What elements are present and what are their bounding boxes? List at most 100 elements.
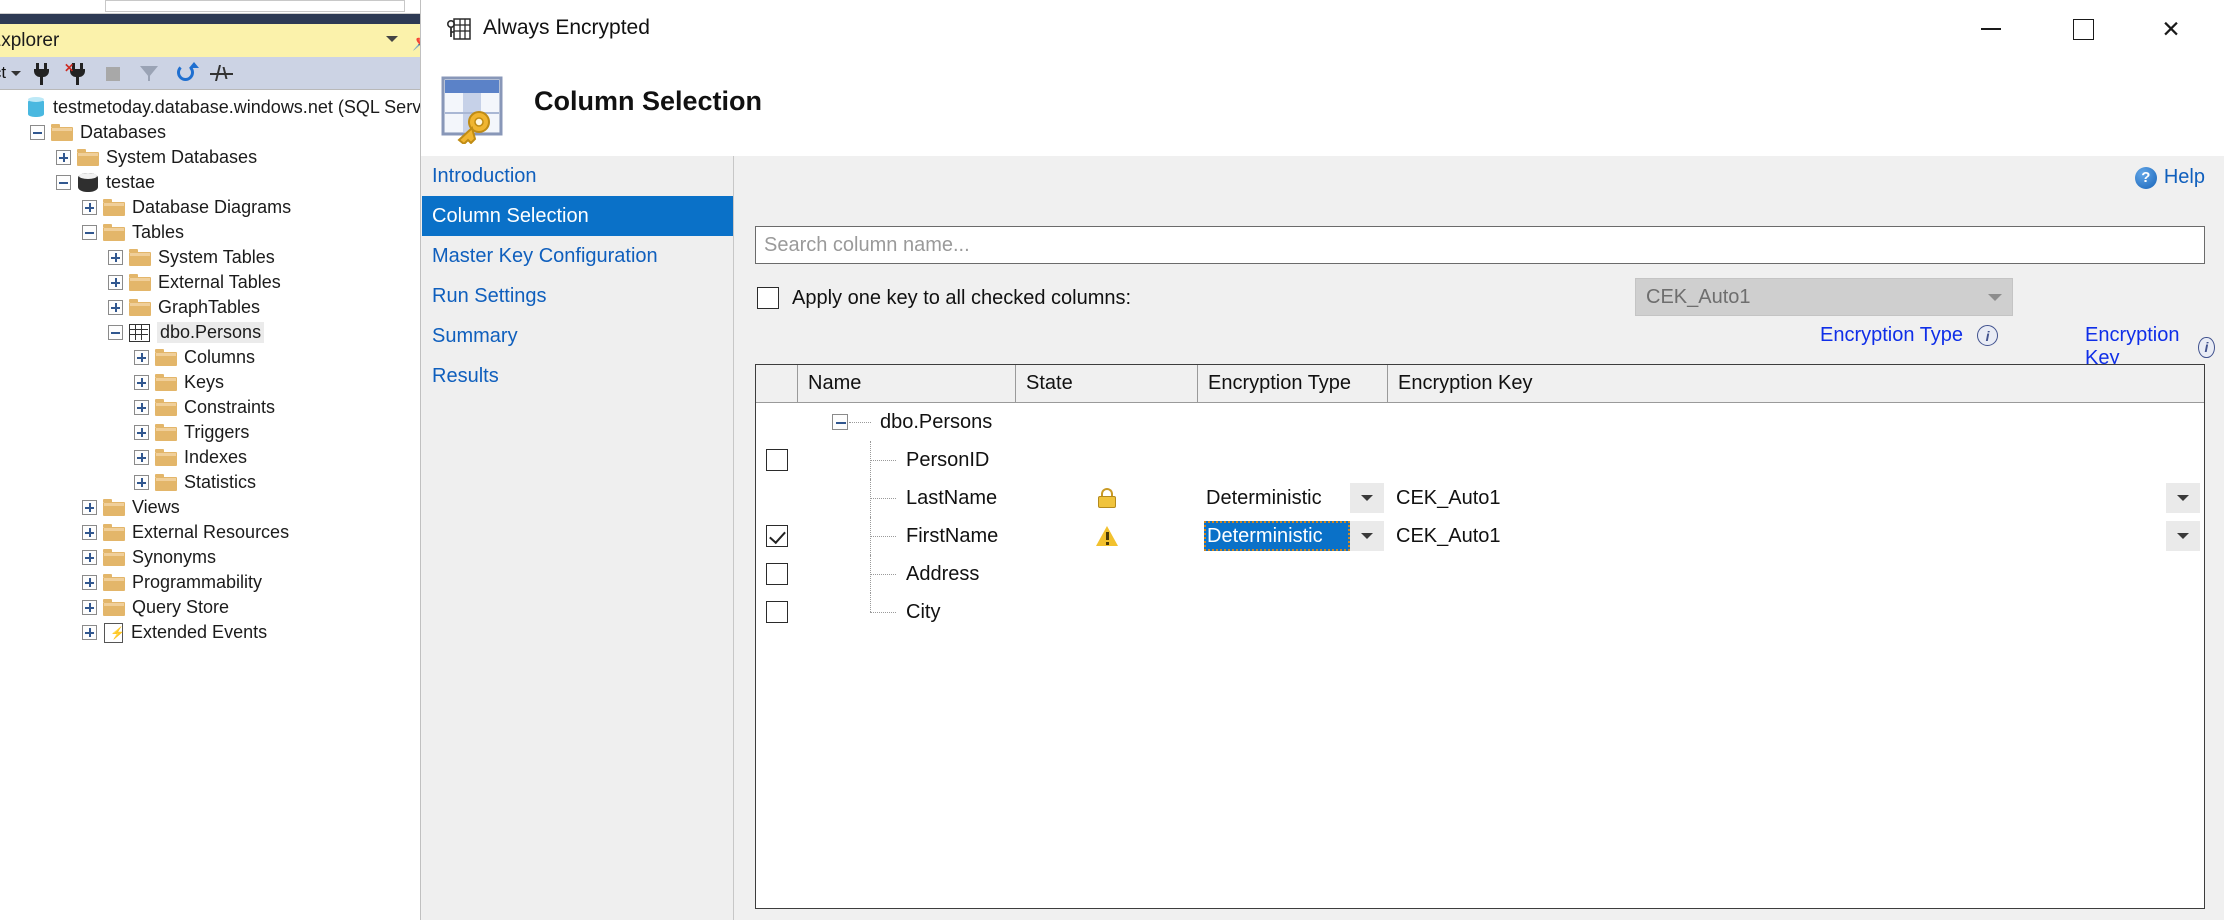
row-checkbox[interactable] [766, 601, 788, 623]
row-encryption-key-cell[interactable] [1388, 555, 2204, 593]
tree-item-label: Statistics [184, 472, 257, 492]
grid-col-encryption-key[interactable]: Encryption Key [1388, 365, 2204, 402]
table-key-icon [433, 70, 511, 146]
nav-item-column-selection[interactable]: Column Selection [422, 196, 733, 236]
row-encryption-key-cell[interactable]: CEK_Auto1 [1388, 479, 2204, 517]
connect-dropdown-icon[interactable] [11, 70, 22, 76]
row-checkbox[interactable] [766, 563, 788, 585]
help-link[interactable]: ? Help [2134, 166, 2205, 189]
expand-icon[interactable] [82, 525, 97, 540]
collapse-icon[interactable] [82, 225, 97, 240]
info-circle-icon[interactable]: i [1977, 325, 1999, 346]
grid-col-encryption-type[interactable]: Encryption Type [1198, 365, 1388, 402]
nav-item-summary[interactable]: Summary [422, 316, 733, 356]
row-encryption-type-cell[interactable]: Deterministic [1198, 479, 1388, 517]
grid-col-check [756, 365, 798, 402]
expand-icon[interactable] [134, 425, 149, 440]
tree-connector [870, 460, 896, 461]
encryption-type-value[interactable]: Deterministic [1204, 521, 1350, 551]
expand-icon[interactable] [82, 500, 97, 515]
row-encryption-type-cell[interactable] [1198, 403, 1388, 441]
row-encryption-key-cell[interactable] [1388, 593, 2204, 631]
row-encryption-type-cell[interactable] [1198, 441, 1388, 479]
expand-icon[interactable] [134, 450, 149, 465]
row-checkbox[interactable] [766, 449, 788, 471]
expand-icon[interactable] [108, 275, 123, 290]
expand-icon[interactable] [108, 250, 123, 265]
filter-icon[interactable] [135, 60, 165, 86]
expand-icon[interactable] [108, 300, 123, 315]
expand-icon[interactable] [134, 375, 149, 390]
row-encryption-key-cell[interactable] [1388, 403, 2204, 441]
disconnect-icon[interactable]: ✕ [63, 60, 93, 86]
row-encryption-type-cell[interactable] [1198, 555, 1388, 593]
collapse-icon[interactable] [832, 414, 848, 430]
wizard-nav[interactable]: Introduction Column Selection Master Key C… [422, 156, 734, 920]
nav-item-label: Master Key Configuration [432, 244, 658, 267]
nav-item-results[interactable]: Results [422, 356, 733, 396]
nav-item-label: Introduction [432, 164, 537, 187]
grid-row[interactable]: dbo.Persons [756, 403, 2204, 441]
ssms-top-field [105, 0, 405, 12]
maximize-button[interactable] [2049, 0, 2117, 58]
columns-grid[interactable]: Name State Encryption Type Encryption Ke… [755, 364, 2205, 909]
expand-icon[interactable] [56, 150, 71, 165]
refresh-icon[interactable] [171, 60, 201, 86]
row-state-cell [1016, 479, 1198, 517]
expand-icon[interactable] [134, 475, 149, 490]
activity-monitor-icon[interactable] [207, 60, 237, 86]
minimize-button[interactable] [1957, 0, 2025, 58]
grid-row[interactable]: City [756, 593, 2204, 631]
folder-icon [155, 449, 177, 466]
folder-icon [103, 574, 125, 591]
encryption-key-value[interactable]: CEK_Auto1 [1388, 487, 2166, 510]
apply-one-key-checkbox[interactable] [757, 287, 779, 309]
row-encryption-key-cell[interactable]: CEK_Auto1 [1388, 517, 2204, 555]
encryption-type-dropdown-button[interactable] [1350, 483, 1384, 513]
encryption-key-dropdown-button[interactable] [2166, 521, 2200, 551]
row-checkbox[interactable] [766, 525, 788, 547]
grid-row[interactable]: LastName Deterministic CEK_Auto1 [756, 479, 2204, 517]
grid-row[interactable]: PersonID [756, 441, 2204, 479]
row-state-cell [1016, 441, 1198, 479]
nav-item-master-key-configuration[interactable]: Master Key Configuration [422, 236, 733, 276]
tree-connector [870, 593, 871, 612]
chevron-down-icon[interactable] [386, 36, 398, 42]
encryption-type-link[interactable]: Encryption Type i [1820, 324, 1999, 347]
grid-row[interactable]: FirstName Deterministic CEK_Auto1 [756, 517, 2204, 555]
collapse-icon[interactable] [56, 175, 71, 190]
grid-col-name[interactable]: Name [798, 365, 1016, 402]
expand-icon[interactable] [134, 350, 149, 365]
info-circle-icon[interactable]: i [2198, 336, 2215, 358]
tree-item-label: Programmability [132, 572, 263, 592]
expand-icon[interactable] [134, 400, 149, 415]
connect-icon[interactable] [27, 60, 57, 86]
tree-connector [870, 612, 896, 613]
collapse-icon[interactable] [108, 325, 123, 340]
grid-row[interactable]: Address [756, 555, 2204, 593]
encryption-key-value[interactable]: CEK_Auto1 [1388, 525, 2166, 548]
row-encryption-type-cell[interactable] [1198, 593, 1388, 631]
expand-icon[interactable] [82, 575, 97, 590]
row-encryption-key-cell[interactable] [1388, 441, 2204, 479]
encryption-type-dropdown-button[interactable] [1350, 521, 1384, 551]
expand-icon[interactable] [82, 200, 97, 215]
collapse-icon[interactable] [30, 125, 45, 140]
nav-item-introduction[interactable]: Introduction [422, 156, 733, 196]
tree-connector [870, 574, 896, 575]
expand-icon[interactable] [82, 550, 97, 565]
expand-icon[interactable] [82, 600, 97, 615]
encryption-key-dropdown-button[interactable] [2166, 483, 2200, 513]
tree-item-label: System Tables [158, 247, 275, 267]
connect-button-label[interactable]: nect [0, 63, 6, 83]
grid-col-state[interactable]: State [1016, 365, 1198, 402]
expand-icon[interactable] [82, 625, 97, 640]
nav-item-run-settings[interactable]: Run Settings [422, 276, 733, 316]
close-button[interactable]: ✕ [2137, 0, 2205, 58]
row-encryption-type-cell[interactable]: Deterministic [1198, 517, 1388, 555]
search-input[interactable]: Search column name... [755, 226, 2205, 264]
row-name-label: FirstName [906, 524, 999, 547]
nav-item-label: Column Selection [432, 204, 589, 227]
folder-icon [129, 249, 151, 266]
encryption-type-value[interactable]: Deterministic [1198, 487, 1350, 510]
